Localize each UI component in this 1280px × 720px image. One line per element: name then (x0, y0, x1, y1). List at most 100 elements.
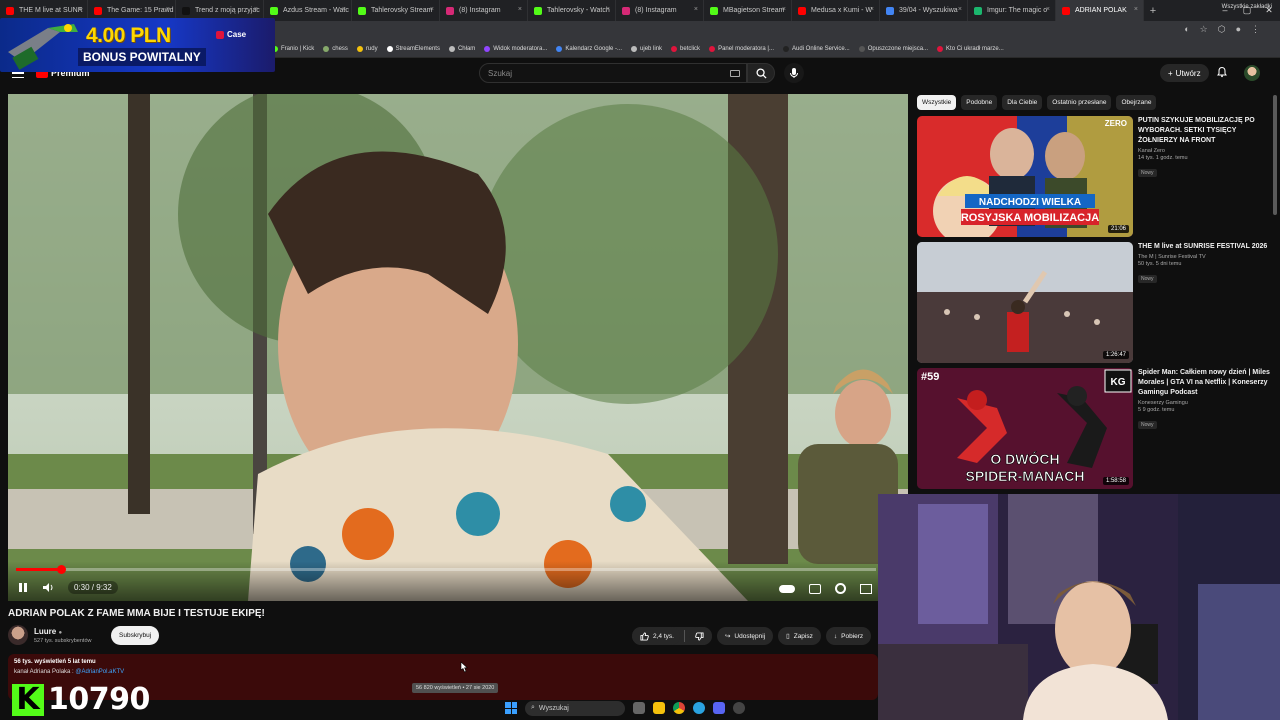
bookmark-item[interactable]: Franio | Kick (272, 46, 314, 52)
bookmark-item[interactable]: StreamElements (386, 46, 440, 52)
search-button[interactable] (747, 63, 775, 83)
recommendation-title[interactable]: PUTIN SZYKUJE MOBILIZACJĘ PO WYBORACH. S… (1138, 116, 1273, 146)
dislike-button[interactable] (688, 627, 712, 645)
like-button[interactable]: 2,4 tys. (632, 627, 680, 645)
tab-close-icon[interactable]: × (1134, 6, 1138, 13)
profile-icon[interactable]: ● (1236, 24, 1241, 35)
filter-chip[interactable]: Wszystkie (917, 95, 957, 110)
browser-tab[interactable]: Imgur: The magic o × (968, 0, 1056, 21)
save-button[interactable]: ▯ Zapisz (778, 627, 821, 645)
bookmark-item[interactable]: chess (323, 46, 348, 52)
browser-tab[interactable]: 39/04 - Wyszukiwa × (880, 0, 968, 21)
thumbnail-banner-1: O DWÓCH (990, 450, 1059, 467)
bookmark-item[interactable]: ujeb link (631, 46, 662, 52)
tab-label: (8) Instagram (459, 7, 501, 14)
page-scrollbar[interactable] (1273, 95, 1277, 215)
tab-favicon-icon (534, 6, 542, 15)
miniplayer-icon[interactable] (860, 583, 872, 594)
extensions-icon[interactable]: ⬡ (1218, 24, 1226, 35)
browser-tab[interactable]: (8) Instagram × (440, 0, 528, 21)
download-button[interactable]: ↓ Pobierz (825, 627, 872, 645)
bookmark-item[interactable]: rudy (356, 46, 378, 52)
recommendation-channel[interactable]: Kanał Zero (1138, 148, 1273, 154)
search-input[interactable]: Szukaj (488, 69, 512, 78)
browser-tab[interactable]: MBagietson Stream × (704, 0, 792, 21)
tab-close-icon[interactable]: × (166, 6, 170, 13)
channel-name[interactable]: Luure ● (34, 627, 62, 636)
search-box[interactable]: Szukaj (479, 63, 747, 83)
voice-search-button[interactable] (784, 63, 804, 83)
recommendation-thumbnail[interactable]: NADCHODZI WIELKA ROSYJSKA MOBILIZACJA ZE… (917, 116, 1133, 237)
tab-close-icon[interactable]: × (606, 6, 610, 13)
bookmark-item[interactable]: Kto Ci ukradł marze... (937, 46, 1004, 52)
channel-handle-link[interactable]: @AdrianPol.aKTV (75, 669, 124, 675)
subscribe-button[interactable]: Subskrybuj (111, 626, 160, 645)
bookmark-label: Franio | Kick (281, 46, 315, 52)
bookmark-item[interactable]: betclick (671, 46, 700, 52)
recommendation-title[interactable]: Spider Man: Całkiem nowy dzień | Miles M… (1138, 368, 1273, 398)
tab-close-icon[interactable]: × (958, 6, 962, 13)
settings-gear-icon[interactable] (835, 583, 846, 594)
progress-scrubber[interactable] (56, 565, 66, 574)
task-view-icon[interactable] (633, 702, 645, 714)
tab-close-icon[interactable]: × (518, 6, 522, 13)
browser-tab[interactable]: ADRIAN POLAK × (1056, 0, 1144, 21)
windows-start-icon[interactable] (505, 702, 517, 714)
video-player[interactable]: 0:30 / 9:32 (8, 94, 908, 601)
tab-close-icon[interactable]: × (430, 6, 434, 13)
tab-close-icon[interactable]: × (254, 6, 258, 13)
filter-chip[interactable]: Obejrzane (1116, 95, 1157, 110)
bookmark-item[interactable]: Kalendarz Google -... (556, 46, 622, 52)
pause-icon[interactable] (18, 582, 28, 593)
bookmark-star-icon[interactable]: ☆ (1200, 24, 1208, 35)
bookmark-item[interactable]: Panel moderatora |... (709, 46, 774, 52)
tab-close-icon[interactable]: × (1046, 6, 1050, 13)
user-avatar[interactable] (1244, 65, 1260, 81)
bookmark-item[interactable]: Audi Online Service... (782, 46, 850, 52)
chrome-icon[interactable] (673, 702, 685, 714)
promo-amount: 4.00 PLN (86, 24, 171, 47)
subtitles-icon[interactable] (809, 583, 821, 594)
bookmark-item[interactable]: Opuszczone miejsca... (858, 46, 928, 52)
recommendation-title[interactable]: THE M live at SUNRISE FESTIVAL 2026 (1138, 242, 1273, 252)
create-button[interactable]: + Utwórz (1160, 64, 1209, 82)
new-tab-button[interactable]: + (1144, 5, 1162, 17)
keyboard-icon[interactable] (730, 70, 740, 77)
taskbar-search[interactable]: ⌕ Wyszukaj (525, 700, 625, 716)
progress-bar[interactable] (16, 565, 876, 574)
obs-icon[interactable] (733, 702, 745, 714)
volume-icon[interactable] (42, 582, 54, 593)
telegram-icon[interactable] (693, 702, 705, 714)
recommendation-info: Spider Man: Całkiem nowy dzień | Miles M… (1138, 368, 1273, 431)
share-button[interactable]: ↪ Udostępnij (716, 627, 774, 645)
search-icon (756, 68, 767, 79)
translate-icon[interactable]: ◐ (1184, 24, 1189, 35)
browser-tab[interactable]: Medusa x Kumi - W × (792, 0, 880, 21)
discord-icon[interactable] (713, 702, 725, 714)
filter-chip[interactable]: Podobne (961, 95, 998, 110)
browser-tab[interactable]: Tahlerovsky Stream × (352, 0, 440, 21)
more-icon[interactable]: ⋮ (1251, 24, 1260, 35)
browser-tab[interactable]: Tahlerovsky - Watch × (528, 0, 616, 21)
tab-close-icon[interactable]: × (694, 6, 698, 13)
filter-chip[interactable]: Dla Ciebie (1002, 95, 1043, 110)
tab-close-icon[interactable]: × (342, 6, 346, 13)
recommendation-channel[interactable]: The M | Sunrise Festival TV (1138, 254, 1273, 260)
search-icon: ⌕ (531, 704, 535, 711)
tab-close-icon[interactable]: × (870, 6, 874, 13)
browser-tab[interactable]: (8) Instagram × (616, 0, 704, 21)
filter-chip[interactable]: Ostatnio przesłane (1047, 95, 1112, 110)
recommendation-channel[interactable]: Koneserzy Gamingu (1138, 400, 1273, 406)
all-bookmarks[interactable]: Wszystkie zakładki (1222, 4, 1272, 10)
channel-avatar[interactable] (8, 625, 28, 645)
recommendation-thumbnail[interactable]: O DWÓCH SPIDER-MANACH #59 KG 1:58:58 (917, 368, 1133, 489)
autoplay-toggle-icon[interactable] (779, 584, 795, 593)
notifications-bell-icon[interactable] (1216, 66, 1228, 78)
file-explorer-icon[interactable] (653, 702, 665, 714)
recommendation-thumbnail[interactable]: 1:26:47 (917, 242, 1133, 363)
browser-tab[interactable]: Azdus Stream - Watc × (264, 0, 352, 21)
bookmark-item[interactable]: Chłam (448, 46, 475, 52)
tab-close-icon[interactable]: × (78, 6, 82, 13)
tab-close-icon[interactable]: × (782, 6, 786, 13)
bookmark-item[interactable]: Widok moderatora... (484, 46, 547, 52)
